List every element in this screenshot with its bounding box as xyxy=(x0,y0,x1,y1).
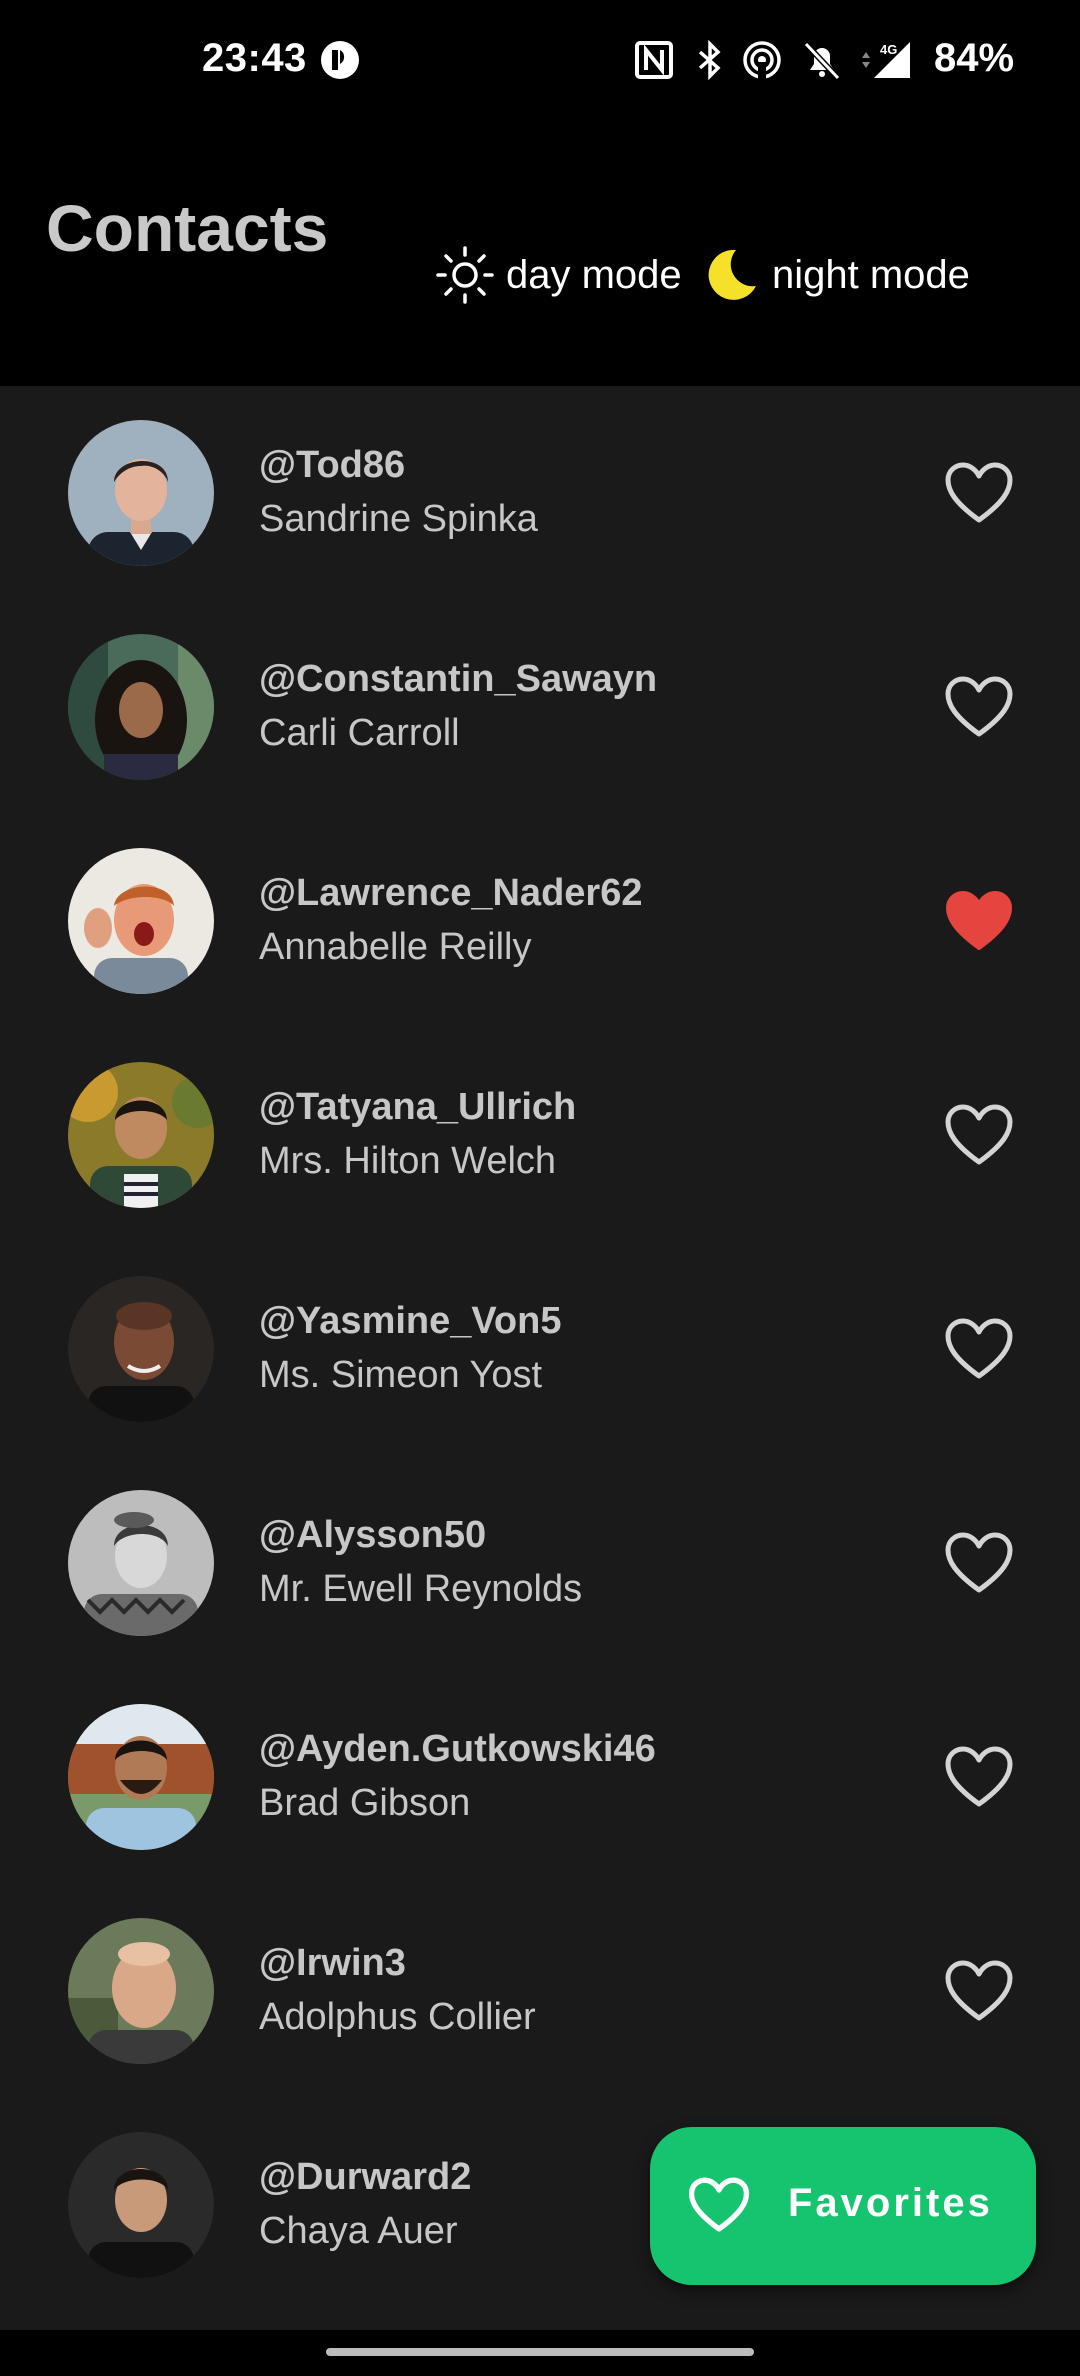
avatar xyxy=(68,634,214,780)
favorite-toggle-button[interactable] xyxy=(944,676,1014,738)
contact-name: Annabelle Reilly xyxy=(259,926,532,968)
favorite-toggle-button[interactable] xyxy=(944,462,1014,524)
night-mode-button[interactable]: night mode xyxy=(700,244,970,306)
status-bar: 23:43 4G 84% xyxy=(0,0,1080,124)
contact-handle: @Yasmine_Von5 xyxy=(259,1300,562,1342)
contact-row[interactable]: @Tatyana_Ullrich Mrs. Hilton Welch xyxy=(0,1028,1080,1242)
app-notification-icon xyxy=(318,38,362,82)
contact-handle: @Ayden.Gutkowski46 xyxy=(259,1728,656,1770)
navigation-bar xyxy=(0,2330,1080,2376)
heart-filled-icon xyxy=(946,891,1012,950)
favorite-toggle-button[interactable] xyxy=(944,1532,1014,1594)
network-label: 4G xyxy=(880,42,897,57)
contact-name: Mrs. Hilton Welch xyxy=(259,1140,557,1182)
contact-row[interactable]: @Constantin_Sawayn Carli Carroll xyxy=(0,600,1080,814)
day-mode-button[interactable]: day mode xyxy=(434,244,682,306)
home-indicator[interactable] xyxy=(326,2348,754,2356)
avatar xyxy=(68,1276,214,1422)
contact-row[interactable]: @Irwin3 Adolphus Collier xyxy=(0,1884,1080,2098)
contact-handle: @Lawrence_Nader62 xyxy=(259,872,643,914)
favorite-toggle-button[interactable] xyxy=(944,890,1014,952)
avatar xyxy=(68,1062,214,1208)
status-time: 23:43 xyxy=(202,36,307,80)
avatar xyxy=(68,1704,214,1850)
hotspot-icon xyxy=(740,38,784,82)
heart-outline-icon xyxy=(945,1532,1013,1593)
sun-icon xyxy=(434,244,496,306)
heart-outline-icon xyxy=(945,1104,1013,1165)
signal-icon: 4G xyxy=(856,38,916,82)
heart-outline-icon xyxy=(945,462,1013,523)
contact-name: Mr. Ewell Reynolds xyxy=(259,1568,583,1610)
battery-level: 84% xyxy=(934,36,1015,80)
contact-handle: @Tod86 xyxy=(259,444,406,486)
contact-row[interactable]: @Lawrence_Nader62 Annabelle Reilly xyxy=(0,814,1080,1028)
favorite-toggle-button[interactable] xyxy=(944,1318,1014,1380)
heart-outline-icon xyxy=(945,1960,1013,2021)
contact-list[interactable]: @Tod86 Sandrine Spinka @Constantin_Saway… xyxy=(0,386,1080,2330)
contact-handle: @Alysson50 xyxy=(259,1514,487,1556)
night-mode-label: night mode xyxy=(772,252,970,297)
contact-handle: @Irwin3 xyxy=(259,1942,406,1984)
contact-name: Ms. Simeon Yost xyxy=(259,1354,543,1396)
nfc-icon xyxy=(632,38,676,82)
contact-name: Carli Carroll xyxy=(259,712,460,754)
favorite-toggle-button[interactable] xyxy=(944,1960,1014,2022)
moon-icon xyxy=(700,244,762,306)
contact-name: Chaya Auer xyxy=(259,2210,458,2252)
contact-handle: @Constantin_Sawayn xyxy=(259,658,658,700)
contact-row[interactable]: @Tod86 Sandrine Spinka xyxy=(0,386,1080,600)
contact-name: Sandrine Spinka xyxy=(259,498,538,540)
day-mode-label: day mode xyxy=(506,252,682,297)
contact-handle: @Tatyana_Ullrich xyxy=(259,1086,577,1128)
favorite-toggle-button[interactable] xyxy=(944,1746,1014,1808)
contact-name: Brad Gibson xyxy=(259,1782,471,1824)
contact-handle: @Durward2 xyxy=(259,2156,472,2198)
favorite-toggle-button[interactable] xyxy=(944,1104,1014,1166)
heart-outline-icon xyxy=(945,676,1013,737)
page-title: Contacts xyxy=(46,191,329,265)
contact-row[interactable]: @Alysson50 Mr. Ewell Reynolds xyxy=(0,1456,1080,1670)
avatar xyxy=(68,420,214,566)
contact-row[interactable]: @Ayden.Gutkowski46 Brad Gibson xyxy=(0,1670,1080,1884)
avatar xyxy=(68,1918,214,2064)
heart-outline-icon xyxy=(945,1318,1013,1379)
silent-bell-icon xyxy=(800,38,844,82)
heart-outline-icon xyxy=(688,2177,750,2233)
favorites-label: Favorites xyxy=(788,2181,993,2225)
favorites-button[interactable]: Favorites xyxy=(650,2127,1036,2285)
bluetooth-icon xyxy=(688,38,732,82)
contact-name: Adolphus Collier xyxy=(259,1996,536,2038)
avatar xyxy=(68,1490,214,1636)
avatar xyxy=(68,2132,214,2278)
avatar xyxy=(68,848,214,994)
heart-outline-icon xyxy=(945,1746,1013,1807)
contact-row[interactable]: @Yasmine_Von5 Ms. Simeon Yost xyxy=(0,1242,1080,1456)
app-header: Contacts day mode night mode xyxy=(0,124,1080,386)
